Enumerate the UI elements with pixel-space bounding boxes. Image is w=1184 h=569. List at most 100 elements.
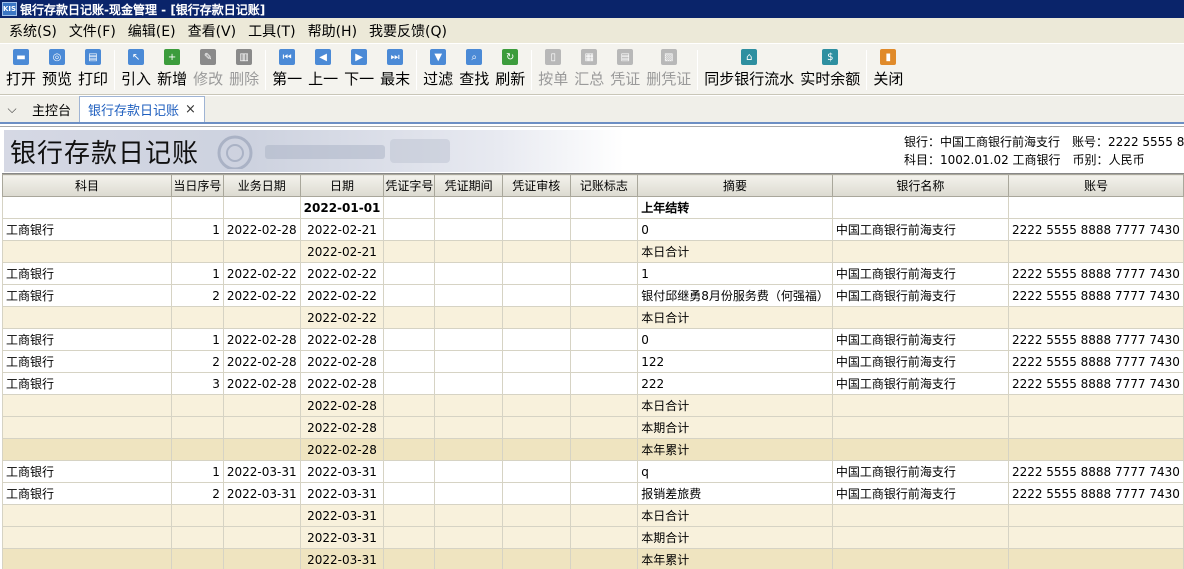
cell-voucher-audit[interactable] [501, 328, 571, 351]
delete-button[interactable]: ▥ 删除 [226, 44, 262, 94]
cell-date[interactable]: 2022-03-31 [299, 482, 385, 505]
cell-account[interactable] [1007, 548, 1184, 569]
cell-seq[interactable] [170, 438, 224, 461]
cell-post-flag[interactable] [569, 284, 639, 307]
cell-bank-name[interactable]: 中国工商银行前海支行 [831, 350, 1009, 373]
cell-account[interactable] [1007, 416, 1184, 439]
cell-voucher-period[interactable] [434, 460, 503, 483]
cell-voucher-period[interactable] [434, 548, 503, 569]
cell-summary[interactable]: 122 [637, 350, 833, 373]
cell-bank-name[interactable]: 中国工商银行前海支行 [831, 218, 1009, 241]
cell-voucher-audit[interactable] [501, 240, 571, 263]
cell-seq[interactable] [170, 416, 224, 439]
table-row[interactable]: 2022-02-28 本期合计 [2, 416, 1184, 439]
table-row[interactable]: 2022-03-31 本日合计 [2, 504, 1184, 527]
cell-summary[interactable]: 银付邱继勇8月份服务费（何强福） [637, 284, 833, 307]
cell-voucher-period[interactable] [434, 394, 503, 417]
cell-date[interactable]: 2022-01-01 [299, 196, 385, 219]
cell-date[interactable]: 2022-03-31 [299, 460, 385, 483]
cell-voucher-no[interactable] [383, 328, 436, 351]
menu-tools[interactable]: 工具(T) [243, 21, 300, 41]
cell-date[interactable]: 2022-02-28 [299, 350, 385, 373]
cell-post-flag[interactable] [569, 306, 639, 329]
cell-voucher-audit[interactable] [501, 548, 571, 569]
cell-voucher-no[interactable] [383, 438, 436, 461]
cell-voucher-audit[interactable] [501, 526, 571, 549]
cell-account[interactable] [1007, 394, 1184, 417]
cell-summary[interactable]: 222 [637, 372, 833, 395]
by-doc-button[interactable]: ▯ 按单 [535, 44, 571, 94]
cell-voucher-audit[interactable] [501, 306, 571, 329]
cell-bank-name[interactable] [831, 394, 1009, 417]
col-subject[interactable]: 科目 [2, 174, 172, 197]
cell-post-flag[interactable] [569, 328, 639, 351]
cell-summary[interactable]: 本日合计 [637, 394, 833, 417]
table-row[interactable]: 工商银行 2 2022-02-22 2022-02-22 银付邱继勇8月份服务费（何强福… [2, 284, 1184, 307]
col-post-flag[interactable]: 记账标志 [569, 174, 639, 197]
chevron-down-icon[interactable]: ⌵ [0, 96, 24, 122]
cell-biz-date[interactable] [222, 548, 301, 569]
cell-bank-name[interactable] [831, 240, 1009, 263]
cell-seq[interactable]: 2 [170, 284, 224, 307]
cell-voucher-period[interactable] [434, 218, 503, 241]
cell-date[interactable]: 2022-02-22 [299, 306, 385, 329]
preview-button[interactable]: ◎ 预览 [39, 44, 75, 94]
last-button[interactable]: ⏭ 最末 [377, 44, 413, 94]
cell-summary[interactable]: 0 [637, 328, 833, 351]
cell-date[interactable]: 2022-02-28 [299, 372, 385, 395]
cell-seq[interactable]: 2 [170, 350, 224, 373]
refresh-button[interactable]: ↻ 刷新 [492, 44, 528, 94]
cell-post-flag[interactable] [569, 526, 639, 549]
col-voucher-audit[interactable]: 凭证审核 [501, 174, 571, 197]
cell-account[interactable]: 2222 5555 8888 7777 7430 [1007, 284, 1184, 307]
cell-voucher-audit[interactable] [501, 284, 571, 307]
cell-seq[interactable]: 1 [170, 262, 224, 285]
cell-subject[interactable]: 工商银行 [2, 350, 172, 373]
col-date[interactable]: 日期 [299, 174, 385, 197]
cell-date[interactable]: 2022-02-28 [299, 328, 385, 351]
cell-date[interactable]: 2022-02-28 [299, 394, 385, 417]
cell-voucher-no[interactable] [383, 262, 436, 285]
cell-summary[interactable]: 本期合计 [637, 526, 833, 549]
cell-account[interactable] [1007, 306, 1184, 329]
tab-home[interactable]: 主控台 [24, 96, 79, 122]
cell-voucher-audit[interactable] [501, 460, 571, 483]
cell-seq[interactable] [170, 526, 224, 549]
cell-summary[interactable]: 本年累计 [637, 438, 833, 461]
cell-bank-name[interactable] [831, 196, 1009, 219]
cell-date[interactable]: 2022-02-28 [299, 438, 385, 461]
cell-date[interactable]: 2022-02-21 [299, 218, 385, 241]
cell-biz-date[interactable]: 2022-03-31 [222, 482, 301, 505]
cell-post-flag[interactable] [569, 240, 639, 263]
cell-account[interactable] [1007, 504, 1184, 527]
cell-post-flag[interactable] [569, 482, 639, 505]
cell-seq[interactable]: 1 [170, 460, 224, 483]
cell-summary[interactable]: 本日合计 [637, 504, 833, 527]
menu-help[interactable]: 帮助(H) [303, 21, 362, 41]
cell-bank-name[interactable] [831, 438, 1009, 461]
table-row[interactable]: 工商银行 2 2022-03-31 2022-03-31 报销差旅费 中国工商银行前海支行… [2, 482, 1184, 505]
menu-system[interactable]: 系统(S) [4, 21, 62, 41]
cell-post-flag[interactable] [569, 548, 639, 569]
cell-voucher-no[interactable] [383, 460, 436, 483]
cell-date[interactable]: 2022-03-31 [299, 504, 385, 527]
tab-bank-journal[interactable]: 银行存款日记账 × [79, 96, 205, 122]
cell-summary[interactable]: 报销差旅费 [637, 482, 833, 505]
cell-biz-date[interactable] [222, 394, 301, 417]
cell-account[interactable]: 2222 5555 8888 7777 7430 [1007, 218, 1184, 241]
cell-seq[interactable]: 1 [170, 328, 224, 351]
table-row[interactable]: 工商银行 1 2022-02-22 2022-02-22 1 中国工商银行前海支行 2222… [2, 262, 1184, 285]
find-button[interactable]: ⌕ 查找 [456, 44, 492, 94]
cell-voucher-no[interactable] [383, 526, 436, 549]
cell-account[interactable] [1007, 526, 1184, 549]
cell-seq[interactable]: 3 [170, 372, 224, 395]
cell-voucher-audit[interactable] [501, 262, 571, 285]
cell-voucher-period[interactable] [434, 438, 503, 461]
cell-biz-date[interactable]: 2022-03-31 [222, 460, 301, 483]
cell-voucher-no[interactable] [383, 482, 436, 505]
cell-post-flag[interactable] [569, 218, 639, 241]
voucher-button[interactable]: ▤ 凭证 [607, 44, 643, 94]
cell-voucher-no[interactable] [383, 372, 436, 395]
cell-voucher-audit[interactable] [501, 504, 571, 527]
cell-summary[interactable]: 本日合计 [637, 240, 833, 263]
